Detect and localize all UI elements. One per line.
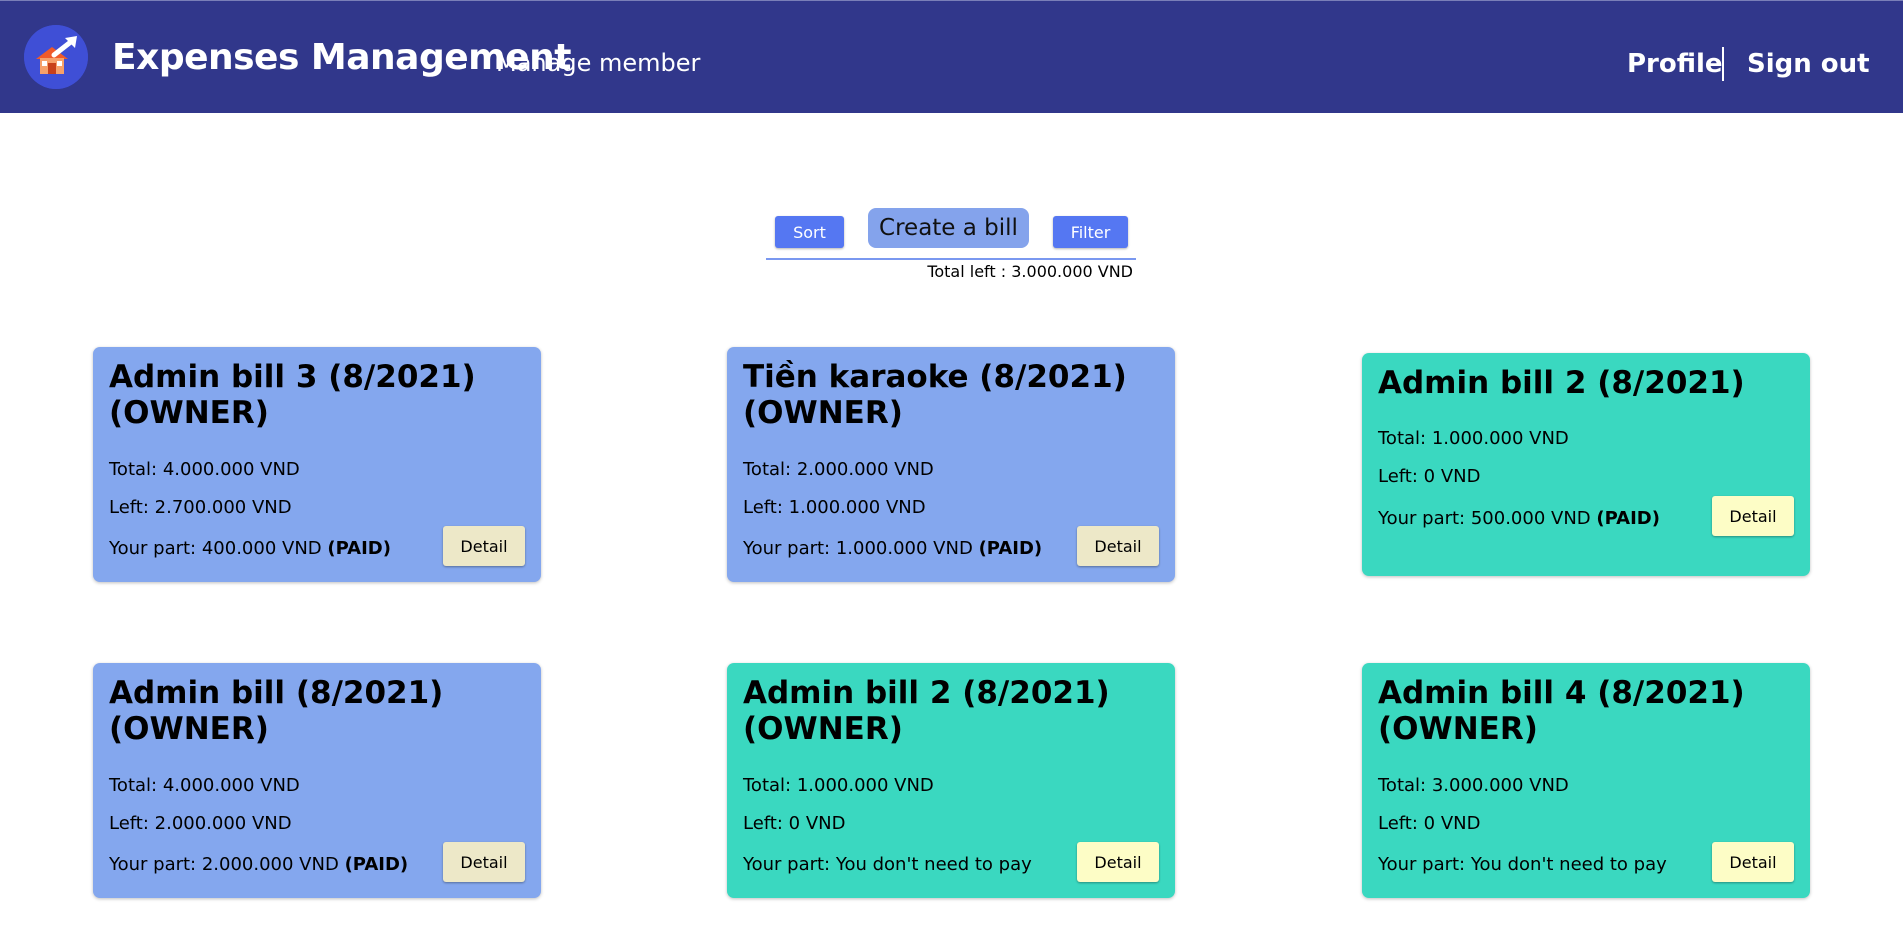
- app-logo-icon[interactable]: [24, 25, 88, 89]
- bill-your-part: Your part: 1.000.000 VND (PAID): [743, 538, 1042, 559]
- bill-your-part: Your part: You don't need to pay: [1378, 854, 1667, 875]
- bill-card: Admin bill 2 (8/2021) (OWNER) Total: 1.0…: [727, 663, 1175, 898]
- bill-card: Admin bill 3 (8/2021) (OWNER) Total: 4.0…: [93, 347, 541, 582]
- paid-badge: (PAID): [978, 538, 1043, 559]
- detail-button[interactable]: Detail: [443, 842, 525, 882]
- filter-button[interactable]: Filter: [1053, 216, 1128, 248]
- bill-left: Left: 1.000.000 VND: [743, 497, 926, 518]
- bill-your-part: Your part: 2.000.000 VND (PAID): [109, 854, 408, 875]
- bill-your-part: Your part: 500.000 VND (PAID): [1378, 508, 1660, 529]
- bill-your-part-text: Your part: You don't need to pay: [743, 854, 1032, 875]
- paid-badge: (PAID): [1596, 508, 1660, 529]
- detail-button[interactable]: Detail: [1077, 526, 1159, 566]
- bill-title: Admin bill 2 (8/2021): [1378, 365, 1745, 401]
- detail-button[interactable]: Detail: [1077, 842, 1159, 882]
- bill-total: Total: 2.000.000 VND: [743, 459, 934, 480]
- bill-left: Left: 2.700.000 VND: [109, 497, 292, 518]
- bill-your-part: Your part: You don't need to pay: [743, 854, 1032, 875]
- bill-card: Admin bill (8/2021) (OWNER) Total: 4.000…: [93, 663, 541, 898]
- paid-badge: (PAID): [327, 538, 391, 559]
- bill-your-part-text: Your part: 1.000.000 VND: [743, 538, 973, 559]
- bill-left: Left: 2.000.000 VND: [109, 813, 292, 834]
- bill-left: Left: 0 VND: [1378, 466, 1481, 487]
- bill-card: Admin bill 4 (8/2021) (OWNER) Total: 3.0…: [1362, 663, 1810, 898]
- bill-your-part-text: Your part: 400.000 VND: [109, 538, 322, 559]
- bill-left: Left: 0 VND: [1378, 813, 1481, 834]
- bill-title: Admin bill 3 (8/2021) (OWNER): [109, 359, 476, 431]
- nav-manage-member[interactable]: Manage member: [496, 49, 700, 77]
- bill-total: Total: 1.000.000 VND: [1378, 428, 1569, 449]
- sort-button[interactable]: Sort: [775, 216, 844, 248]
- detail-button[interactable]: Detail: [1712, 496, 1794, 536]
- bill-card: Admin bill 2 (8/2021) Total: 1.000.000 V…: [1362, 353, 1810, 576]
- total-left-text: Total left : 3.000.000 VND: [927, 262, 1133, 281]
- detail-button[interactable]: Detail: [1712, 842, 1794, 882]
- nav-sign-out[interactable]: Sign out: [1747, 49, 1870, 79]
- bill-card: Tiền karaoke (8/2021) (OWNER) Total: 2.0…: [727, 347, 1175, 582]
- create-bill-button[interactable]: Create a bill: [868, 208, 1029, 248]
- bill-title: Admin bill 4 (8/2021) (OWNER): [1378, 675, 1745, 747]
- bill-title: Admin bill (8/2021) (OWNER): [109, 675, 444, 747]
- bill-left: Left: 0 VND: [743, 813, 846, 834]
- bill-your-part-text: Your part: You don't need to pay: [1378, 854, 1667, 875]
- bill-total: Total: 1.000.000 VND: [743, 775, 934, 796]
- bill-your-part-text: Your part: 500.000 VND: [1378, 508, 1591, 529]
- bill-total: Total: 4.000.000 VND: [109, 775, 300, 796]
- bill-your-part-text: Your part: 2.000.000 VND: [109, 854, 339, 875]
- bill-title: Tiền karaoke (8/2021) (OWNER): [743, 359, 1127, 431]
- nav-profile[interactable]: Profile: [1627, 49, 1723, 79]
- toolbar-divider: [766, 258, 1136, 260]
- bill-title: Admin bill 2 (8/2021) (OWNER): [743, 675, 1110, 747]
- nav-divider: [1722, 47, 1724, 81]
- paid-badge: (PAID): [344, 854, 409, 875]
- bill-total: Total: 3.000.000 VND: [1378, 775, 1569, 796]
- bill-your-part: Your part: 400.000 VND (PAID): [109, 538, 391, 559]
- bill-total: Total: 4.000.000 VND: [109, 459, 300, 480]
- app-header: Expenses Management Manage member Profil…: [0, 0, 1903, 113]
- detail-button[interactable]: Detail: [443, 526, 525, 566]
